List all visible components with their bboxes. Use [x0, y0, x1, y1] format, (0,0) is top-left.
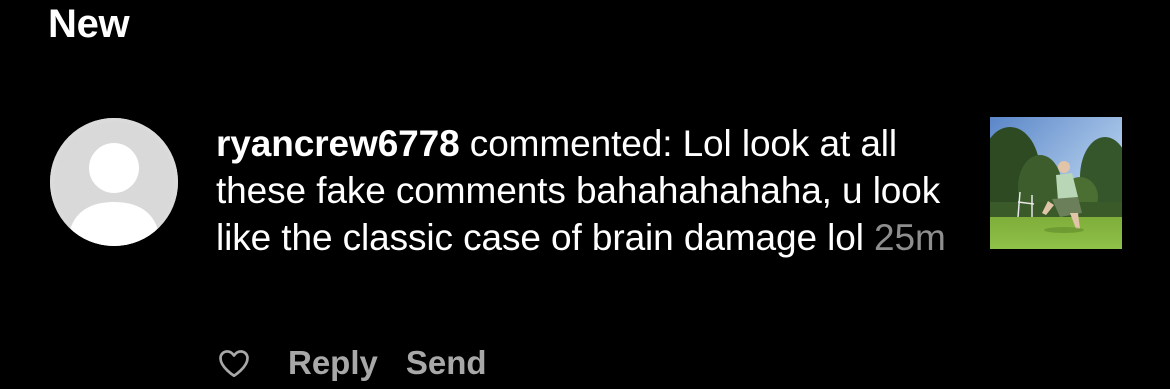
post-thumbnail[interactable]: [990, 117, 1122, 249]
comment-notification: ryancrew6778 commented: Lol look at all …: [0, 112, 1170, 389]
section-title: New: [48, 2, 130, 46]
heart-outline-icon[interactable]: [216, 345, 252, 381]
action-text: commented:: [469, 123, 673, 164]
comment-actions: Reply Send: [216, 338, 515, 388]
post-photo: [990, 117, 1122, 249]
reply-button[interactable]: Reply: [288, 344, 378, 382]
username-link[interactable]: ryancrew6778: [216, 123, 460, 164]
avatar[interactable]: [50, 118, 178, 246]
default-avatar-icon: [50, 118, 178, 246]
timestamp: 25m: [874, 217, 946, 258]
send-button[interactable]: Send: [406, 344, 487, 382]
comment-text: ryancrew6778 commented: Lol look at all …: [216, 120, 946, 261]
